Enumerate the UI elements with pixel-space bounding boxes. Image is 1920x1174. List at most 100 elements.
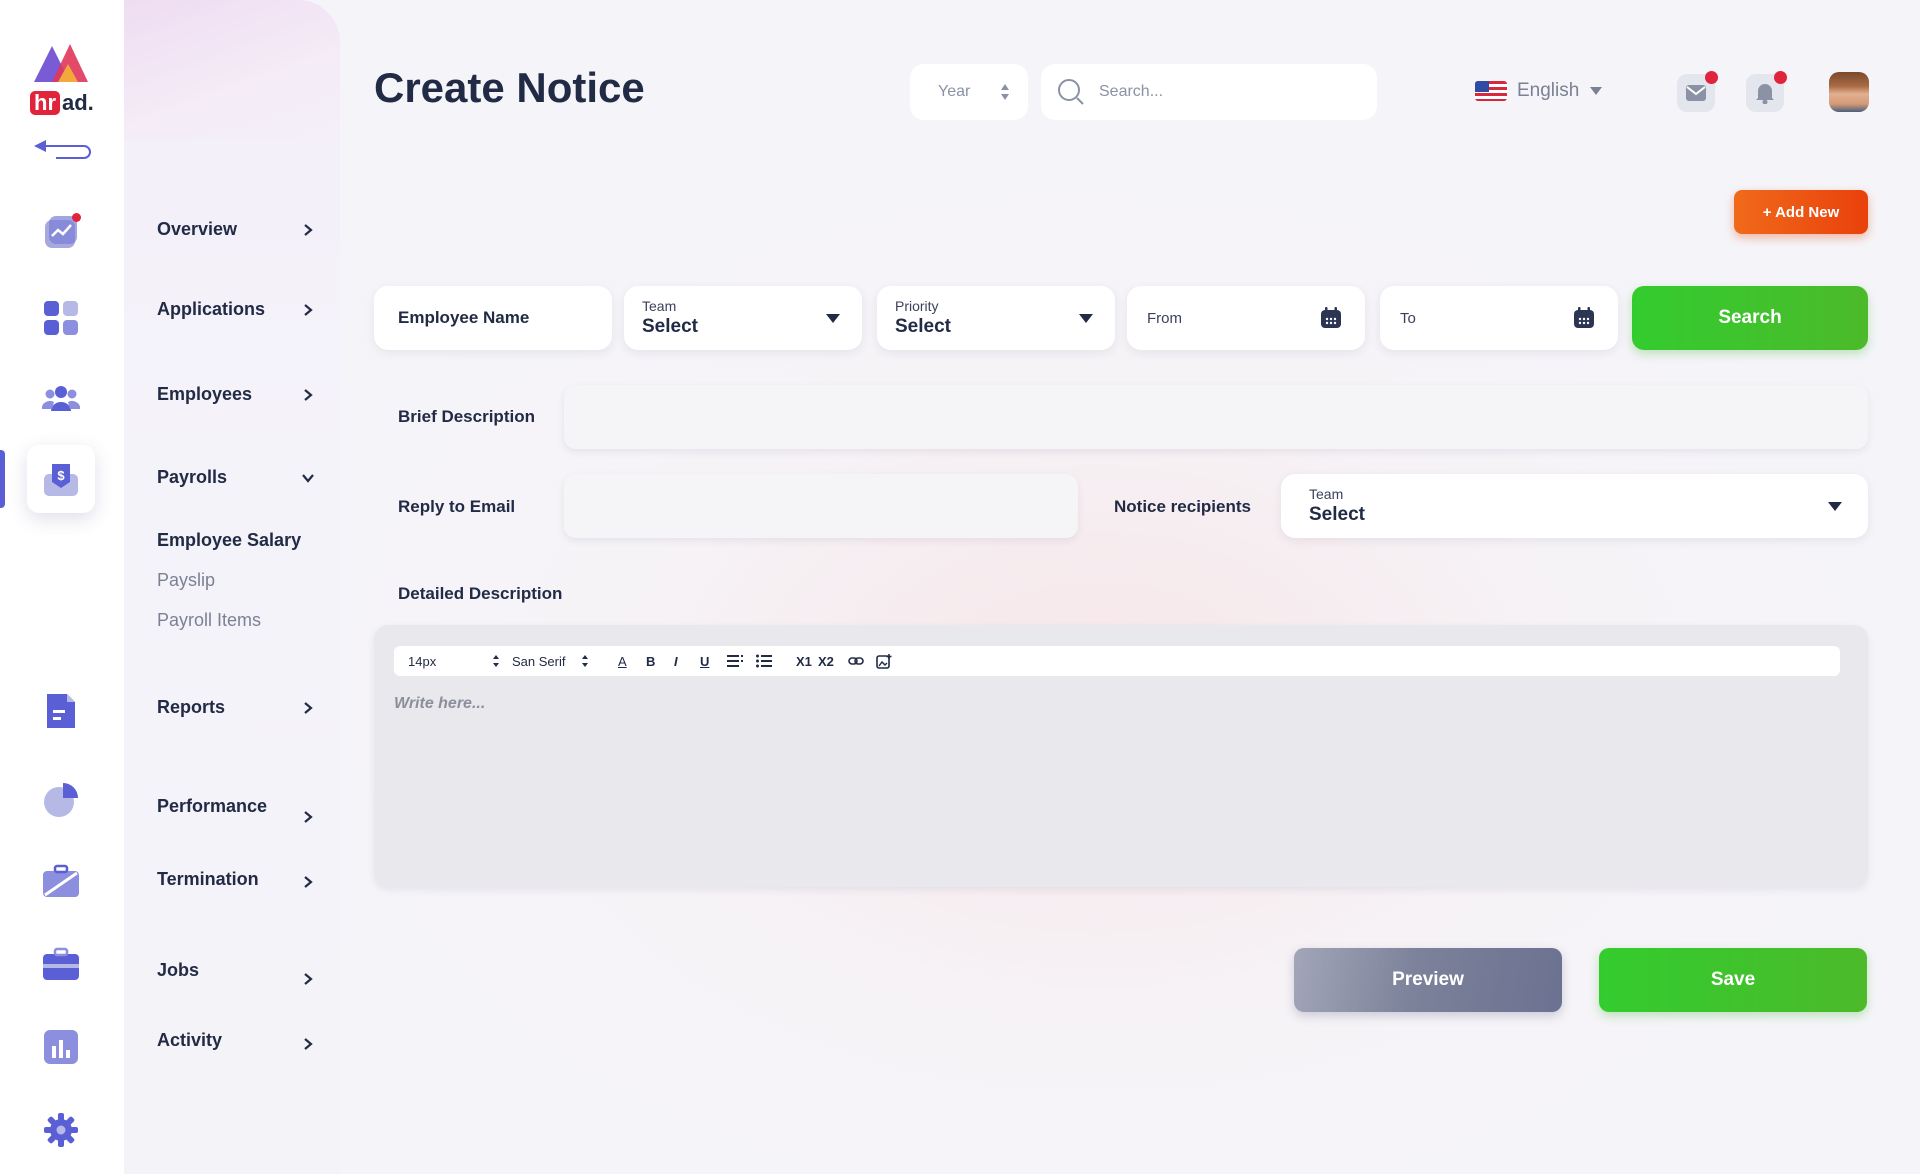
collapse-sidebar-icon[interactable] xyxy=(34,136,94,165)
menu-item-overview[interactable]: Overview xyxy=(157,219,315,240)
payrolls-dollar-icon[interactable]: $ xyxy=(27,445,95,513)
menu-item-performance[interactable]: Performance xyxy=(157,788,315,824)
link-icon xyxy=(848,657,864,665)
italic-button[interactable]: I xyxy=(674,646,678,676)
search-input[interactable] xyxy=(1099,83,1359,101)
chevron-right-icon xyxy=(304,1038,313,1050)
superscript-button[interactable]: X2 xyxy=(818,646,834,676)
employee-name-field[interactable]: Employee Name xyxy=(374,286,612,350)
chevron-right-icon xyxy=(304,388,313,401)
logo-triangles-icon xyxy=(34,44,88,82)
notice-recipients-label: Notice recipients xyxy=(1114,497,1251,516)
bold-button[interactable]: B xyxy=(646,646,655,676)
menu-item-termination[interactable]: Termination xyxy=(157,869,315,890)
priority-select[interactable]: Priority Select xyxy=(877,286,1115,350)
add-new-button[interactable]: + Add New xyxy=(1734,190,1868,234)
bullet-list-icon xyxy=(756,654,772,668)
year-select-label: Year xyxy=(938,83,971,100)
reports-document-icon[interactable] xyxy=(36,686,86,736)
us-flag-icon xyxy=(1475,81,1507,101)
mail-icon xyxy=(1686,85,1706,101)
employees-group-icon[interactable] xyxy=(36,373,86,423)
chevron-right-icon xyxy=(304,875,313,888)
performance-pie-icon[interactable] xyxy=(36,775,86,825)
menu-item-payrolls[interactable]: Payrolls xyxy=(157,467,315,488)
align-button[interactable] xyxy=(727,646,743,676)
menu-item-label: Reports xyxy=(157,697,226,717)
menu-item-label: Jobs xyxy=(157,959,200,980)
underline-button[interactable]: U xyxy=(700,646,709,676)
from-date-field[interactable]: From xyxy=(1127,286,1365,350)
font-family-value: San Serif xyxy=(512,653,566,669)
menu-item-label: Performance xyxy=(157,795,268,816)
language-select[interactable]: English xyxy=(1475,80,1603,102)
active-indicator xyxy=(0,450,5,508)
editor-placeholder[interactable]: Write here... xyxy=(394,695,485,713)
termination-briefcase-icon[interactable] xyxy=(36,856,86,906)
reply-email-input[interactable] xyxy=(564,474,1078,538)
team-select-label: Team xyxy=(642,298,677,314)
overview-badge-dot xyxy=(72,213,81,222)
menu-item-jobs[interactable]: Jobs xyxy=(157,954,315,986)
team-select[interactable]: Team Select xyxy=(624,286,862,350)
page-title: Create Notice xyxy=(374,64,645,111)
from-date-label: From xyxy=(1147,309,1182,327)
font-size-select[interactable]: 14px xyxy=(408,646,500,676)
text-color-button[interactable]: A xyxy=(618,646,627,676)
subscript-button[interactable]: X1 xyxy=(796,646,812,676)
menu-item-label: Overview xyxy=(157,219,238,239)
chevron-right-icon xyxy=(304,701,313,714)
save-button[interactable]: Save xyxy=(1599,948,1867,1012)
messages-button[interactable] xyxy=(1677,71,1718,112)
brief-description-label: Brief Description xyxy=(398,407,535,426)
rich-text-editor[interactable]: 14px San Serif A B I U X1 X2 Write here.… xyxy=(374,625,1868,887)
font-family-select[interactable]: San Serif xyxy=(512,646,589,676)
jobs-briefcase-icon[interactable] xyxy=(36,939,86,989)
menu-item-employees[interactable]: Employees xyxy=(157,384,315,405)
sort-updown-icon xyxy=(582,655,589,667)
brand-logo[interactable]: hr ad. xyxy=(30,38,96,118)
menu-item-applications[interactable]: Applications xyxy=(157,299,315,320)
submenu-payroll-items[interactable]: Payroll Items xyxy=(157,610,261,631)
caret-down-icon xyxy=(1079,314,1093,323)
recipients-team-select[interactable]: Team Select xyxy=(1281,474,1868,538)
menu-item-reports[interactable]: Reports xyxy=(157,697,315,718)
submenu-payslip[interactable]: Payslip xyxy=(157,570,215,591)
reply-email-label: Reply to Email xyxy=(398,497,516,516)
year-select[interactable]: Year xyxy=(910,64,1028,120)
menu-item-activity[interactable]: Activity xyxy=(157,1029,315,1051)
to-date-field[interactable]: To xyxy=(1380,286,1618,350)
applications-grid-icon[interactable] xyxy=(36,293,86,343)
notifications-badge-dot xyxy=(1774,71,1787,84)
caret-down-icon xyxy=(1590,87,1603,95)
chevron-right-icon xyxy=(304,811,313,823)
search-button[interactable]: Search xyxy=(1632,286,1868,350)
menu-item-label: Employees xyxy=(157,384,253,404)
detailed-description-label: Detailed Description xyxy=(398,584,563,603)
activity-bar-chart-icon[interactable] xyxy=(36,1022,86,1072)
overview-chart-icon[interactable] xyxy=(36,207,86,257)
bell-icon xyxy=(1756,84,1774,104)
logo-text: hr ad. xyxy=(30,90,94,116)
recipients-team-label: Team xyxy=(1309,486,1344,502)
image-icon xyxy=(876,654,892,669)
bullet-list-button[interactable] xyxy=(756,646,772,676)
messages-badge-dot xyxy=(1705,71,1718,84)
insert-image-button[interactable] xyxy=(876,646,892,676)
menu-item-label: Payrolls xyxy=(157,467,228,487)
sort-updown-icon xyxy=(493,655,500,667)
logo-ad: ad. xyxy=(62,90,94,115)
editor-toolbar: 14px San Serif A B I U X1 X2 xyxy=(394,646,1840,676)
brief-description-input[interactable] xyxy=(564,385,1868,449)
caret-down-icon xyxy=(826,314,840,323)
global-search[interactable] xyxy=(1041,64,1377,120)
link-button[interactable] xyxy=(848,646,864,676)
priority-select-value: Select xyxy=(895,316,951,337)
notifications-button[interactable] xyxy=(1746,71,1787,112)
chevron-right-icon xyxy=(304,223,313,236)
submenu-employee-salary[interactable]: Employee Salary xyxy=(157,530,301,551)
user-avatar[interactable] xyxy=(1829,72,1869,112)
settings-gear-icon[interactable] xyxy=(36,1105,86,1155)
preview-button[interactable]: Preview xyxy=(1294,948,1562,1012)
chevron-down-icon xyxy=(302,473,314,483)
